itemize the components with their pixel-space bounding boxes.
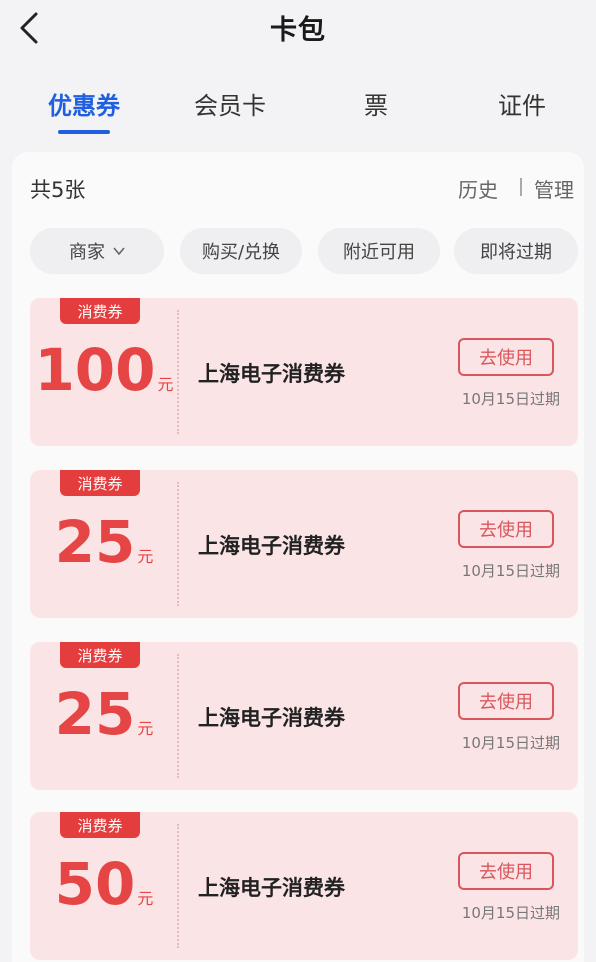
coupon-amount-value: 50 bbox=[54, 850, 136, 918]
filter-row: 商家 购买/兑换 附近可用 即将过期 bbox=[30, 228, 578, 274]
tab-coupons[interactable]: 优惠券 bbox=[24, 86, 144, 121]
coupon-type-badge: 消费券 bbox=[60, 642, 140, 668]
coupon-amount-unit: 元 bbox=[137, 719, 154, 738]
use-coupon-button[interactable]: 去使用 bbox=[458, 682, 554, 720]
coupon-body: 上海电子消费券 去使用 10月15日过期 bbox=[178, 298, 578, 446]
expire-date: 10月15日过期 bbox=[461, 390, 560, 408]
tab-certificates[interactable]: 证件 bbox=[462, 86, 582, 121]
coupon-card[interactable]: 上海电子消费券 去使用 10月15日过期 消费券 50 元 bbox=[30, 812, 578, 960]
coupon-name: 上海电子消费券 bbox=[198, 876, 345, 900]
filter-merchant[interactable]: 商家 bbox=[30, 228, 164, 274]
coupon-amount-unit: 元 bbox=[157, 375, 174, 394]
chevron-down-icon bbox=[113, 247, 125, 256]
link-divider bbox=[520, 178, 522, 196]
filter-expiring-soon[interactable]: 即将过期 bbox=[454, 228, 578, 274]
coupon-card[interactable]: 上海电子消费券 去使用 10月15日过期 消费券 25 元 bbox=[30, 470, 578, 618]
top-bar: 卡包 bbox=[0, 0, 596, 60]
coupon-type-badge: 消费券 bbox=[60, 812, 140, 838]
filter-merchant-label: 商家 bbox=[69, 242, 105, 263]
filter-nearby[interactable]: 附近可用 bbox=[318, 228, 440, 274]
coupon-name: 上海电子消费券 bbox=[198, 362, 345, 386]
manage-link[interactable]: 管理 bbox=[534, 174, 574, 203]
wallet-page: 卡包 优惠券 会员卡 票 证件 共5张 历史 管理 商家 购买/兑换 附近可用 … bbox=[0, 0, 596, 962]
coupon-amount: 25 元 bbox=[30, 682, 178, 746]
coupon-amount-value: 100 bbox=[34, 336, 156, 404]
page-title: 卡包 bbox=[270, 15, 326, 46]
coupon-amount: 50 元 bbox=[30, 852, 178, 916]
coupon-name: 上海电子消费券 bbox=[198, 706, 345, 730]
expire-date: 10月15日过期 bbox=[461, 562, 560, 580]
coupon-card[interactable]: 上海电子消费券 去使用 10月15日过期 消费券 25 元 bbox=[30, 642, 578, 790]
active-tab-indicator bbox=[58, 130, 110, 134]
history-link[interactable]: 历史 bbox=[458, 174, 498, 203]
use-coupon-button[interactable]: 去使用 bbox=[458, 510, 554, 548]
coupon-amount: 25 元 bbox=[30, 510, 178, 574]
expire-date: 10月15日过期 bbox=[461, 904, 560, 922]
coupon-body: 上海电子消费券 去使用 10月15日过期 bbox=[178, 812, 578, 960]
coupon-body: 上海电子消费券 去使用 10月15日过期 bbox=[178, 470, 578, 618]
tab-tickets[interactable]: 票 bbox=[316, 86, 436, 121]
coupon-count: 共5张 bbox=[30, 178, 86, 202]
coupon-name: 上海电子消费券 bbox=[198, 534, 345, 558]
filter-purchase-redeem[interactable]: 购买/兑换 bbox=[180, 228, 302, 274]
coupon-amount-value: 25 bbox=[54, 680, 136, 748]
coupon-card[interactable]: 上海电子消费券 去使用 10月15日过期 消费券 100 元 bbox=[30, 298, 578, 446]
use-coupon-button[interactable]: 去使用 bbox=[458, 852, 554, 890]
use-coupon-button[interactable]: 去使用 bbox=[458, 338, 554, 376]
coupon-amount-value: 25 bbox=[54, 508, 136, 576]
coupon-body: 上海电子消费券 去使用 10月15日过期 bbox=[178, 642, 578, 790]
coupon-type-badge: 消费券 bbox=[60, 470, 140, 496]
expire-date: 10月15日过期 bbox=[461, 734, 560, 752]
tab-bar: 优惠券 会员卡 票 证件 bbox=[0, 70, 596, 146]
tab-membership-cards[interactable]: 会员卡 bbox=[170, 86, 290, 121]
coupon-amount: 100 元 bbox=[30, 338, 178, 402]
coupon-amount-unit: 元 bbox=[137, 547, 154, 566]
coupon-panel: 共5张 历史 管理 商家 购买/兑换 附近可用 即将过期 上海电子消费券 去使用… bbox=[12, 152, 584, 962]
coupon-amount-unit: 元 bbox=[137, 889, 154, 908]
coupon-type-badge: 消费券 bbox=[60, 298, 140, 324]
